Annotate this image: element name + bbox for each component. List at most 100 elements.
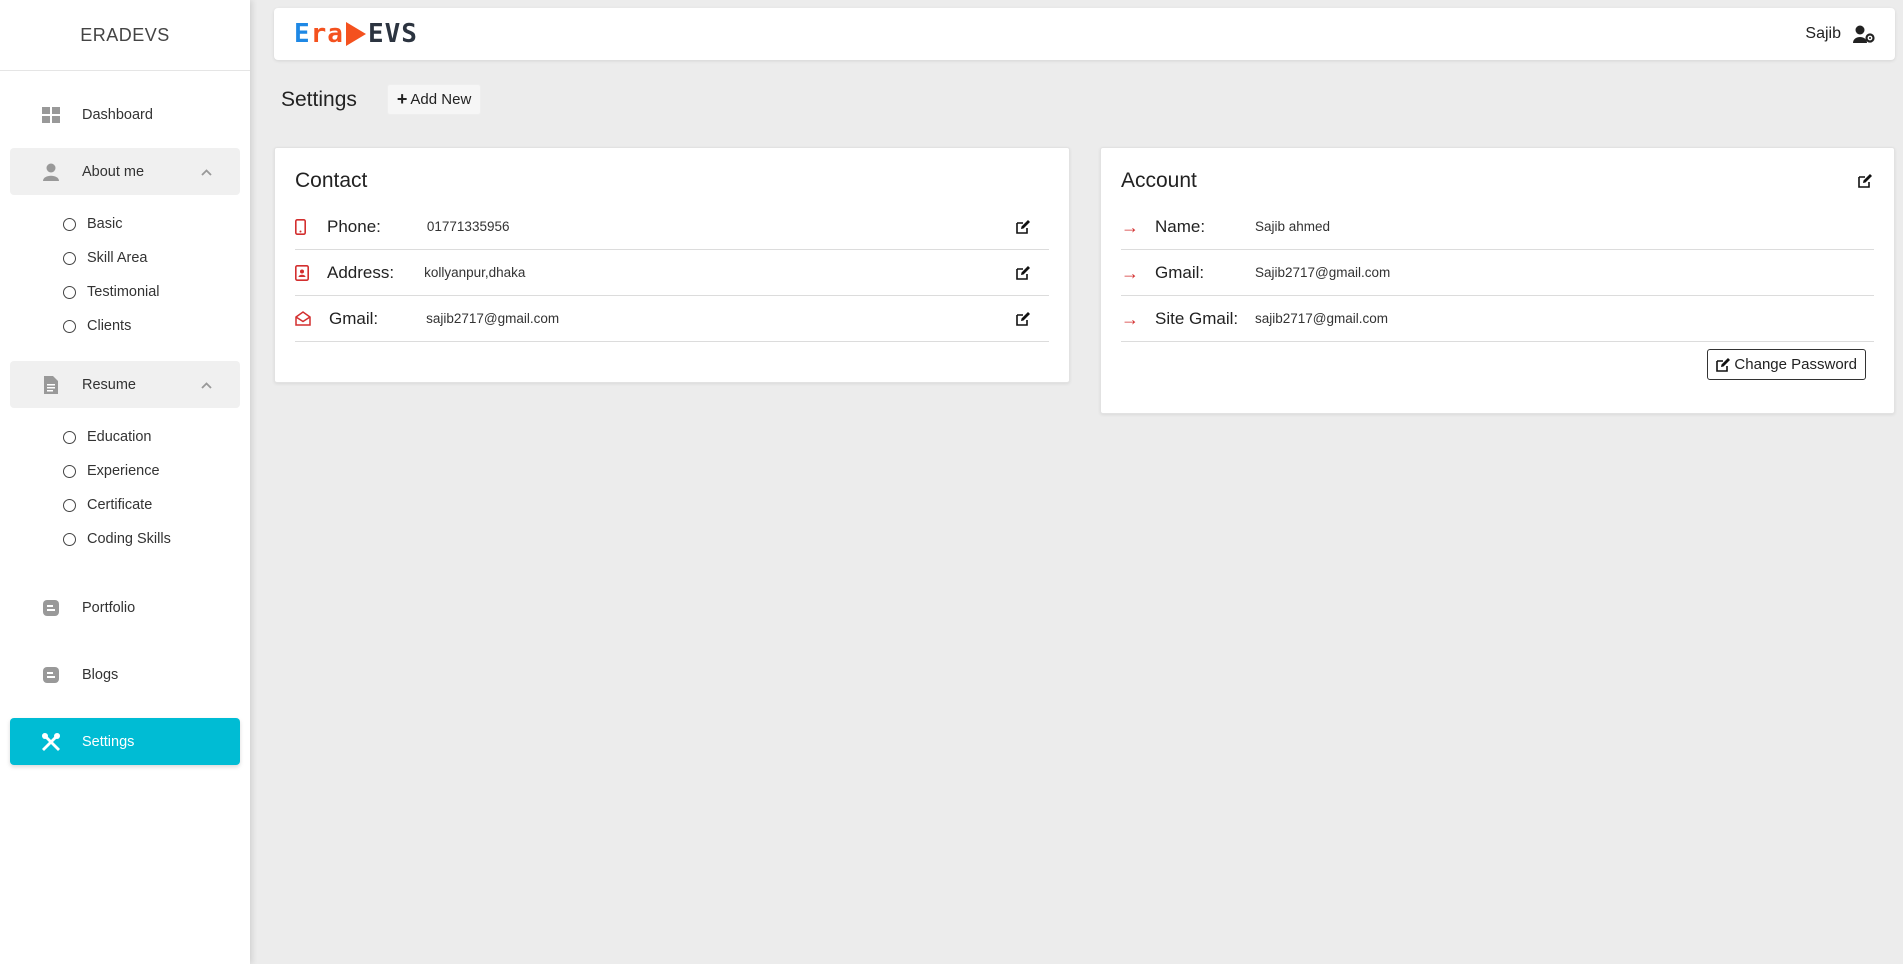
submenu-item-coding-skills[interactable]: Coding Skills	[0, 522, 250, 556]
file-icon	[40, 374, 62, 396]
account-row-site-gmail: → Site Gmail: sajib2717@gmail.com	[1121, 296, 1874, 342]
mobile-icon	[295, 218, 311, 235]
edit-icon[interactable]	[1016, 219, 1031, 234]
contact-card: Contact Phone: 01771335956 Address: koll…	[274, 147, 1070, 383]
arrow-right-icon: →	[1121, 308, 1139, 329]
submenu-label: Experience	[87, 463, 160, 479]
eradevs-logo[interactable]: E ra EVS	[294, 19, 418, 49]
circle-icon	[63, 532, 76, 546]
sidebar-brand: ERADEVS	[0, 0, 250, 71]
address-label: Address:	[327, 262, 395, 282]
address-value: kollyanpur,dhaka	[424, 265, 526, 280]
change-password-button[interactable]: Change Password	[1707, 349, 1866, 380]
gmail-value: Sajib2717@gmail.com	[1255, 265, 1391, 280]
about-submenu: Basic Skill Area Testimonial Clients	[0, 195, 250, 351]
site-gmail-label: Site Gmail:	[1155, 308, 1239, 328]
submenu-item-education[interactable]: Education	[0, 420, 250, 454]
logo-letters-devs: EVS	[367, 19, 418, 49]
add-new-button[interactable]: + Add New	[386, 84, 482, 115]
name-label: Name:	[1155, 216, 1206, 236]
contact-title: Contact	[295, 169, 368, 192]
submenu-item-skill-area[interactable]: Skill Area	[0, 241, 250, 275]
edit-icon[interactable]	[1016, 265, 1031, 280]
phone-value: 01771335956	[426, 219, 510, 234]
gmail-label: Gmail:	[1155, 262, 1205, 282]
sidebar-item-dashboard[interactable]: Dashboard	[10, 91, 240, 138]
plus-icon: +	[396, 89, 408, 109]
sidebar-item-label: Portfolio	[82, 599, 136, 616]
arrow-right-icon: →	[1121, 216, 1139, 237]
submenu-label: Coding Skills	[87, 531, 171, 547]
logo-letters-ra: ra	[310, 19, 344, 49]
sidebar-item-label: Blogs	[82, 666, 119, 683]
page-header: Settings + Add New	[281, 84, 482, 115]
chevron-up-icon	[201, 377, 212, 393]
submenu-item-basic[interactable]: Basic	[0, 207, 250, 241]
contact-row-address: Address: kollyanpur,dhaka	[295, 250, 1049, 296]
circle-icon	[63, 251, 76, 265]
sidebar-item-label: Dashboard	[82, 106, 153, 123]
user-menu[interactable]: Sajib	[1805, 25, 1875, 43]
circle-icon	[63, 285, 76, 299]
sidebar-item-label: Resume	[82, 376, 136, 393]
blog-icon	[40, 664, 62, 686]
blog-icon	[40, 597, 62, 619]
sidebar-item-label: Settings	[82, 733, 135, 750]
user-cog-icon[interactable]	[1853, 25, 1875, 43]
gmail-value: sajib2717@gmail.com	[426, 311, 560, 326]
submenu-item-certificate[interactable]: Certificate	[0, 488, 250, 522]
logo-letter-e: E	[294, 19, 311, 49]
account-card: Account → Name: Sajib ahmed → Gmail: Saj…	[1100, 147, 1895, 414]
account-row-gmail: → Gmail: Sajib2717@gmail.com	[1121, 250, 1874, 296]
sidebar-item-settings[interactable]: Settings	[10, 718, 240, 765]
circle-icon	[63, 464, 76, 478]
envelope-open-icon	[295, 311, 311, 326]
username: Sajib	[1805, 25, 1841, 42]
add-new-label: Add New	[410, 91, 472, 108]
site-gmail-value: sajib2717@gmail.com	[1255, 311, 1389, 326]
chevron-up-icon	[201, 164, 212, 180]
logo-play-icon	[345, 22, 366, 46]
sidebar-nav: Dashboard About me Basic Skill Area Test…	[0, 71, 250, 765]
page-title: Settings	[281, 87, 357, 111]
sidebar-item-portfolio[interactable]: Portfolio	[10, 584, 240, 631]
user-icon	[40, 161, 62, 183]
submenu-label: Education	[87, 429, 152, 445]
edit-icon[interactable]	[1858, 174, 1873, 188]
sidebar-item-blogs[interactable]: Blogs	[10, 651, 240, 698]
account-row-name: → Name: Sajib ahmed	[1121, 204, 1874, 250]
submenu-label: Certificate	[87, 497, 153, 513]
submenu-item-clients[interactable]: Clients	[0, 309, 250, 343]
circle-icon	[63, 217, 76, 231]
name-value: Sajib ahmed	[1255, 219, 1331, 234]
edit-icon[interactable]	[1016, 311, 1031, 326]
submenu-label: Clients	[87, 318, 132, 334]
circle-icon	[63, 498, 76, 512]
sidebar-item-label: About me	[82, 163, 145, 180]
contact-row-gmail: Gmail: sajib2717@gmail.com	[295, 296, 1049, 342]
phone-label: Phone:	[327, 216, 381, 236]
dashboard-icon	[40, 104, 62, 126]
address-book-icon	[295, 264, 311, 281]
arrow-right-icon: →	[1121, 262, 1139, 283]
submenu-item-testimonial[interactable]: Testimonial	[0, 275, 250, 309]
topbar: E ra EVS Sajib	[274, 8, 1895, 60]
circle-icon	[63, 319, 76, 333]
account-list: → Name: Sajib ahmed → Gmail: Sajib2717@g…	[1121, 204, 1874, 342]
account-header: Account	[1121, 168, 1874, 194]
contact-list: Phone: 01771335956 Address: kollyanpur,d…	[295, 204, 1049, 342]
contact-row-phone: Phone: 01771335956	[295, 204, 1049, 250]
resume-submenu: Education Experience Certificate Coding …	[0, 408, 250, 564]
change-password-label: Change Password	[1734, 356, 1857, 373]
gmail-label: Gmail:	[329, 308, 379, 328]
submenu-label: Skill Area	[87, 250, 148, 266]
sidebar-item-about-me[interactable]: About me	[10, 148, 240, 195]
sidebar-item-resume[interactable]: Resume	[10, 361, 240, 408]
submenu-label: Testimonial	[87, 284, 160, 300]
sidebar: ERADEVS Dashboard About me Basic Skill A…	[0, 0, 250, 964]
circle-icon	[63, 430, 76, 444]
submenu-item-experience[interactable]: Experience	[0, 454, 250, 488]
tools-icon	[40, 731, 62, 753]
change-password-wrap: Change Password	[1121, 349, 1866, 380]
account-title: Account	[1121, 169, 1197, 192]
